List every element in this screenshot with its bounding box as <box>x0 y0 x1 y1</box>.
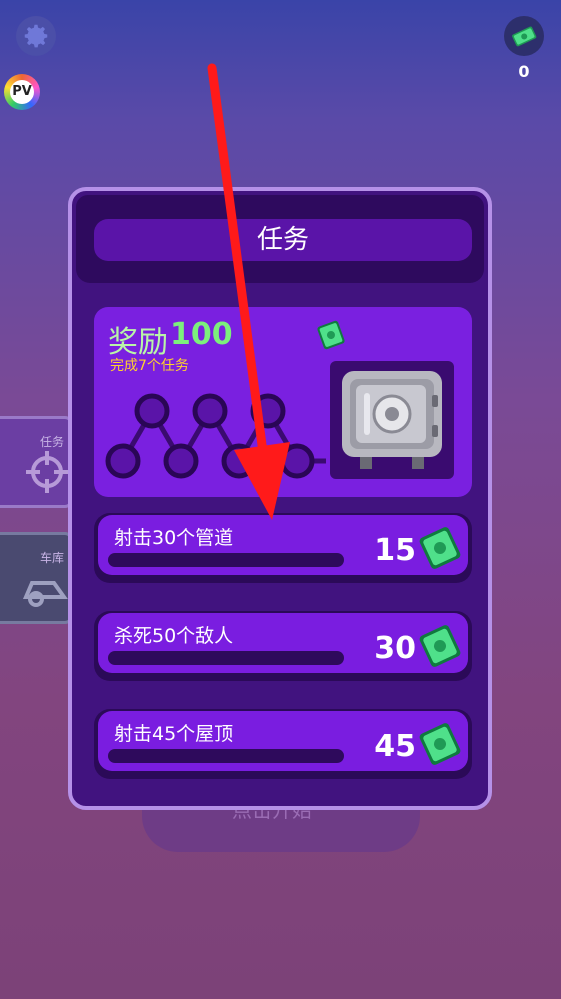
pv-badge[interactable]: PV <box>4 74 40 110</box>
progress-nodes <box>105 393 326 479</box>
task-row: 射击45个屋顶 45 <box>94 709 472 779</box>
crosshair-icon <box>26 451 68 493</box>
currency-button[interactable] <box>504 16 544 56</box>
modal-title: 任务 <box>94 219 472 261</box>
settings-button[interactable] <box>16 16 56 56</box>
side-tab-tasks[interactable]: 任务 <box>0 416 73 508</box>
currency-count: 0 <box>518 62 530 81</box>
task-row: 杀死50个敌人 30 <box>94 611 472 681</box>
cash-icon <box>316 319 346 355</box>
cash-icon <box>512 26 537 47</box>
task-progress-bar <box>108 553 344 567</box>
car-icon <box>22 581 68 607</box>
reward-amount: 100 <box>170 317 233 352</box>
task-name: 射击45个屋顶 <box>114 723 234 745</box>
reward-panel: 奖励 100 完成7个任务 <box>94 307 472 497</box>
reward-subtitle: 完成7个任务 <box>110 358 189 374</box>
task-progress-bar <box>108 749 344 763</box>
gear-icon <box>24 24 48 48</box>
modal-header: 任务 <box>76 195 484 283</box>
task-reward: 30 <box>374 631 416 666</box>
tasks-modal: 任务 奖励 100 完成7个任务 射击30个管道 15 杀死50个敌人 30 射… <box>68 187 492 810</box>
cash-icon <box>418 525 462 575</box>
task-row: 射击30个管道 15 <box>94 513 472 583</box>
task-progress-bar <box>108 651 344 665</box>
safe-icon <box>330 361 454 479</box>
cash-icon <box>418 721 462 771</box>
task-name: 射击30个管道 <box>114 527 234 549</box>
task-reward: 45 <box>374 729 416 764</box>
task-reward: 15 <box>374 533 416 568</box>
side-tab-garage[interactable]: 车库 <box>0 532 73 624</box>
task-name: 杀死50个敌人 <box>114 625 234 647</box>
cash-icon <box>418 623 462 673</box>
